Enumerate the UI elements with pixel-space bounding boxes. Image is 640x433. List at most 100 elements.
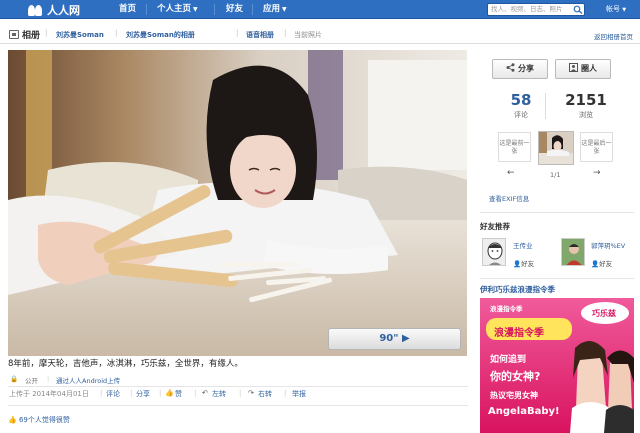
voice-play-button[interactable]: 90" ▶ — [328, 328, 461, 350]
nav-divider — [252, 4, 253, 15]
rotate-right-button[interactable]: 右转 — [258, 389, 272, 399]
play-label: 90" ▶ — [379, 333, 410, 344]
friends-section-title: 好友推荐 — [480, 222, 510, 231]
nav-friends[interactable]: 好友 — [226, 0, 243, 19]
view-count: 2151 — [565, 91, 607, 109]
comment-count[interactable]: 58 — [503, 91, 539, 109]
upload-date: 上传于 2014年04月01日 — [9, 390, 89, 398]
nav-friends-label: 好友 — [226, 4, 244, 14]
photo-actions: 上传于 2014年04月01日 | 评论 | 分享 | 👍 赞 | ↶ 左转 |… — [8, 389, 468, 401]
chevron-down-icon: ▼ — [282, 6, 287, 13]
rotate-left-button[interactable]: 左转 — [212, 389, 226, 399]
divider — [480, 212, 634, 213]
friend-name[interactable]: 王传业 — [513, 240, 533, 250]
photo-pager: 1/1 — [550, 171, 561, 179]
ad-line-3: 热议宅男女神 — [490, 391, 538, 400]
page-title: 相册 — [22, 31, 41, 41]
chevron-down-icon: ▼ — [193, 6, 198, 13]
breadcrumb-voice-album[interactable]: 语音相册 — [246, 30, 274, 40]
share-button[interactable]: 分享 — [492, 59, 548, 79]
next-arrow-icon[interactable]: → — [593, 168, 601, 178]
breadcrumb-current: 当前照片 — [294, 31, 322, 39]
search-input[interactable]: 找人、视频、日志、照片 — [487, 3, 585, 16]
breadcrumb-separator: | — [115, 29, 118, 37]
divider — [480, 278, 634, 279]
nav-apps[interactable]: 应用 ▼ — [263, 0, 287, 19]
ad-title[interactable]: 伊利巧乐兹浪漫指令季 — [480, 284, 555, 295]
visibility-label[interactable]: 公开 — [25, 375, 38, 385]
nav-profile-label: 个人主页 — [157, 4, 192, 14]
rotate-left-icon: ↶ — [202, 389, 208, 397]
add-friend-label: 好友 — [521, 260, 535, 268]
thumbnail-image — [539, 132, 573, 164]
photo-image — [8, 50, 467, 356]
add-friend-icon: 👤 — [513, 260, 522, 268]
likes-summary[interactable]: 👍 69个人觉得很赞 — [8, 415, 70, 425]
renren-logo[interactable]: 人人网 — [28, 2, 80, 17]
add-friend-label: 好友 — [599, 260, 613, 268]
person-frame-icon — [569, 63, 578, 72]
comment-count-label: 评论 — [514, 111, 528, 119]
visibility-icon: 🔒 — [10, 375, 19, 383]
exif-link[interactable]: 查看EXIF信息 — [489, 193, 529, 203]
nav-profile[interactable]: 个人主页 ▼ — [157, 0, 198, 19]
report-button[interactable]: 举报 — [292, 389, 306, 399]
prev-arrow-icon[interactable]: ← — [507, 168, 515, 178]
album-icon — [9, 30, 19, 39]
friend-avatar-image — [483, 239, 505, 265]
stats-divider — [545, 93, 546, 119]
nav-home-label: 首页 — [119, 4, 137, 14]
account-label: 帐号 — [606, 5, 620, 13]
logo-text: 人人网 — [47, 3, 80, 17]
avatar[interactable] — [561, 238, 585, 266]
breadcrumb-user[interactable]: 刘苏曼Soman — [56, 30, 104, 40]
upload-source-link[interactable]: 通过人人Android上传 — [56, 375, 120, 385]
current-photo-thumbnail[interactable] — [538, 131, 574, 165]
breadcrumb: 相册 | 刘苏曼Soman | 刘苏曼Soman的相册 | 语音相册 | 当前照… — [0, 26, 640, 44]
nav-divider — [214, 4, 215, 15]
logo-icon — [28, 4, 44, 16]
avatar[interactable] — [482, 238, 506, 266]
action-divider: | — [159, 389, 162, 397]
add-friend-button[interactable]: 👤好友 — [591, 258, 612, 268]
breadcrumb-separator: | — [284, 29, 287, 37]
share-icon — [506, 63, 515, 72]
ad-headline: 浪漫指令季 — [494, 328, 544, 339]
meta-divider: | — [47, 375, 50, 383]
breadcrumb-separator: | — [45, 29, 48, 37]
circle-people-label: 圈人 — [581, 64, 597, 73]
next-photo-box[interactable]: 这是最后一张 — [580, 132, 613, 162]
action-divider: | — [100, 389, 103, 397]
search-icon[interactable] — [573, 5, 583, 14]
comment-button[interactable]: 评论 — [106, 389, 120, 399]
share-button-label: 分享 — [518, 64, 534, 73]
breadcrumb-separator: | — [236, 29, 239, 37]
nav-home[interactable]: 首页 — [119, 0, 136, 19]
prev-photo-box[interactable]: 这是最前一张 — [498, 132, 531, 162]
nav-divider — [146, 4, 147, 15]
photo-caption: 8年前，摩天轮，吉他声，冰淇淋，巧乐兹，全世界，有缘人。 — [8, 359, 243, 369]
main-photo[interactable]: 90" ▶ — [8, 50, 467, 356]
add-friend-button[interactable]: 👤好友 — [513, 258, 534, 268]
action-divider: | — [130, 389, 133, 397]
like-icon: 👍 — [165, 389, 174, 397]
ad-banner-top: 浪漫指令季 — [490, 305, 523, 313]
circle-people-button[interactable]: 圈人 — [555, 59, 611, 79]
rotate-right-icon: ↷ — [248, 389, 254, 397]
divider — [8, 386, 468, 387]
back-to-album-link[interactable]: 返回相册首页 — [594, 31, 633, 41]
breadcrumb-albums[interactable]: 刘苏曼Soman的相册 — [126, 30, 195, 40]
friend-avatar-image — [562, 239, 584, 265]
divider — [8, 405, 468, 406]
search-placeholder: 找人、视频、日志、照片 — [491, 5, 563, 13]
account-menu[interactable]: 帐号 ▼ — [606, 0, 626, 19]
friend-name[interactable]: 郭萍玥%EV — [591, 240, 625, 250]
share-link[interactable]: 分享 — [136, 389, 150, 399]
prev-photo-text: 这是最前一张 — [499, 140, 530, 155]
ad-line-2: 你的女神? — [490, 370, 541, 383]
ad-banner[interactable]: 浪漫指令季 巧乐兹 浪漫指令季 如何追到 你的女神? 热议宅男女神 Angela… — [480, 298, 634, 433]
ad-brand: 巧乐兹 — [592, 309, 616, 318]
action-divider: | — [194, 389, 197, 397]
ad-line-1: 如何追到 — [490, 355, 527, 365]
like-button[interactable]: 赞 — [175, 389, 182, 399]
